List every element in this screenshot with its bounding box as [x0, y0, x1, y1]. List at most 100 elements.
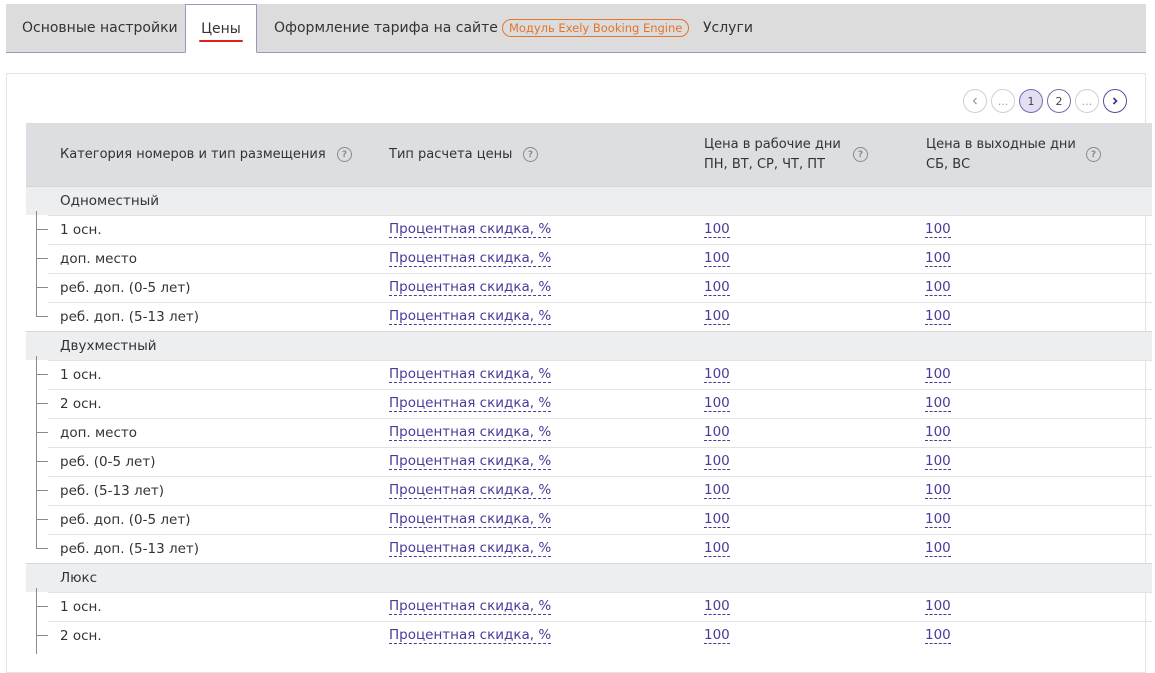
tree-connector — [36, 592, 37, 654]
tree-connector — [36, 229, 48, 230]
table-row: 2 осн. Процентная скидка, % 100 100 — [48, 621, 1152, 650]
price-type-link[interactable]: Процентная скидка, % — [389, 541, 552, 557]
weekend-price-link[interactable]: 100 — [925, 425, 951, 441]
placement-name: доп. место — [60, 425, 138, 441]
header-weekday-line2: ПН, ВТ, СР, ЧТ, ПТ — [704, 156, 825, 172]
table-row: реб. (5-13 лет) Процентная скидка, % 100 10… — [48, 476, 1152, 505]
placement-name: 1 осн. — [60, 367, 102, 383]
price-type-link[interactable]: Процентная скидка, % — [389, 367, 552, 383]
header-category-label: Категория номеров и тип размещения — [60, 146, 326, 162]
weekend-price-link[interactable]: 100 — [925, 309, 951, 325]
weekend-price-link[interactable]: 100 — [925, 628, 951, 644]
tree-connector — [36, 403, 48, 404]
weekend-price-link[interactable]: 100 — [925, 251, 951, 267]
table-row: реб. (0-5 лет) Процентная скидка, % 100 100 — [48, 447, 1152, 476]
weekend-price-link[interactable]: 100 — [925, 483, 951, 499]
tab-services-label: Услуги — [703, 20, 753, 36]
weekend-price-link[interactable]: 100 — [925, 222, 951, 238]
weekend-price-link[interactable]: 100 — [925, 396, 951, 412]
tab-bar: Основные настройки Цены Оформление тариф… — [6, 4, 1146, 53]
table-row: 1 осн. Процентная скидка, % 100 100 — [48, 360, 1152, 389]
weekday-price-link[interactable]: 100 — [704, 483, 730, 499]
price-type-link[interactable]: Процентная скидка, % — [389, 512, 552, 528]
group-name: Люкс — [60, 570, 98, 586]
tree-connector — [36, 548, 48, 549]
weekend-price-link[interactable]: 100 — [925, 512, 951, 528]
table-row: реб. доп. (0-5 лет) Процентная скидка, % 1… — [48, 505, 1152, 534]
weekday-price-link[interactable]: 100 — [704, 599, 730, 615]
help-icon[interactable]: ? — [1086, 147, 1101, 162]
header-weekend: Цена в выходные дни СБ, ВС — [926, 123, 1076, 186]
help-icon[interactable]: ? — [523, 147, 538, 162]
placement-name: 1 осн. — [60, 222, 102, 238]
tree-connector — [36, 519, 48, 520]
help-icon[interactable]: ? — [337, 147, 352, 162]
weekday-price-link[interactable]: 100 — [704, 222, 730, 238]
page-1-button[interactable]: 1 — [1019, 89, 1043, 113]
weekday-price-link[interactable]: 100 — [704, 512, 730, 528]
price-type-link[interactable]: Процентная скидка, % — [389, 483, 552, 499]
booking-engine-badge: Модуль Exely Booking Engine — [501, 19, 690, 37]
ellipsis-left-button[interactable]: ... — [991, 89, 1015, 113]
table-row: доп. место Процентная скидка, % 100 100 — [48, 418, 1152, 447]
table-row: 1 осн. Процентная скидка, % 100 100 — [48, 215, 1152, 244]
placement-name: реб. доп. (0-5 лет) — [60, 280, 191, 296]
price-type-link[interactable]: Процентная скидка, % — [389, 280, 552, 296]
tree-connector — [36, 461, 48, 462]
help-icon[interactable]: ? — [853, 147, 868, 162]
page-2-button[interactable]: 2 — [1047, 89, 1071, 113]
table-header: Категория номеров и тип размещения ? Тип… — [26, 123, 1152, 186]
weekday-price-link[interactable]: 100 — [704, 425, 730, 441]
price-type-link[interactable]: Процентная скидка, % — [389, 425, 552, 441]
tab-services[interactable]: Услуги — [703, 4, 753, 52]
weekend-price-link[interactable]: 100 — [925, 280, 951, 296]
header-price-type-label: Тип расчета цены — [389, 146, 513, 162]
tab-rate-design-label: Оформление тарифа на сайте — [274, 20, 498, 36]
weekend-price-link[interactable]: 100 — [925, 599, 951, 615]
price-type-link[interactable]: Процентная скидка, % — [389, 454, 552, 470]
table-row: доп. место Процентная скидка, % 100 100 — [48, 244, 1152, 273]
tree-connector — [36, 316, 48, 317]
weekend-price-link[interactable]: 100 — [925, 454, 951, 470]
price-type-link[interactable]: Процентная скидка, % — [389, 396, 552, 412]
weekday-price-link[interactable]: 100 — [704, 454, 730, 470]
header-category: Категория номеров и тип размещения — [60, 123, 326, 186]
placement-name: 2 осн. — [60, 628, 102, 644]
tree-connector — [36, 287, 48, 288]
ellipsis-right-button[interactable]: ... — [1075, 89, 1099, 113]
tree-connector — [36, 635, 48, 636]
prev-page-button[interactable] — [963, 89, 987, 113]
weekday-price-link[interactable]: 100 — [704, 396, 730, 412]
placement-name: реб. (0-5 лет) — [60, 454, 156, 470]
tree-connector — [36, 490, 48, 491]
next-page-button[interactable] — [1103, 89, 1127, 113]
group-row: Одноместный — [26, 186, 1152, 215]
weekday-price-link[interactable]: 100 — [704, 251, 730, 267]
price-type-link[interactable]: Процентная скидка, % — [389, 599, 552, 615]
placement-name: реб. доп. (5-13 лет) — [60, 541, 200, 557]
weekend-price-link[interactable]: 100 — [925, 367, 951, 383]
tree-connector — [36, 374, 48, 375]
tab-rate-design[interactable]: Оформление тарифа на сайте Модуль Exely … — [274, 4, 690, 52]
price-type-link[interactable]: Процентная скидка, % — [389, 251, 552, 267]
table-row: реб. доп. (0-5 лет) Процентная скидка, % 1… — [48, 273, 1152, 302]
weekday-price-link[interactable]: 100 — [704, 367, 730, 383]
table-row: 2 осн. Процентная скидка, % 100 100 — [48, 389, 1152, 418]
weekday-price-link[interactable]: 100 — [704, 280, 730, 296]
tree-connector — [36, 432, 48, 433]
active-tab-underline — [199, 39, 243, 42]
group-row: Люкс — [26, 563, 1152, 592]
tab-main-settings[interactable]: Основные настройки — [22, 4, 178, 52]
table-row: 1 осн. Процентная скидка, % 100 100 — [48, 592, 1152, 621]
tab-prices-label: Цены — [199, 21, 243, 42]
weekday-price-link[interactable]: 100 — [704, 541, 730, 557]
group-name: Одноместный — [60, 193, 160, 209]
weekend-price-link[interactable]: 100 — [925, 541, 951, 557]
placement-name: доп. место — [60, 251, 138, 267]
price-type-link[interactable]: Процентная скидка, % — [389, 222, 552, 238]
price-type-link[interactable]: Процентная скидка, % — [389, 628, 552, 644]
tab-prices[interactable]: Цены — [185, 4, 257, 53]
price-type-link[interactable]: Процентная скидка, % — [389, 309, 552, 325]
weekday-price-link[interactable]: 100 — [704, 628, 730, 644]
weekday-price-link[interactable]: 100 — [704, 309, 730, 325]
